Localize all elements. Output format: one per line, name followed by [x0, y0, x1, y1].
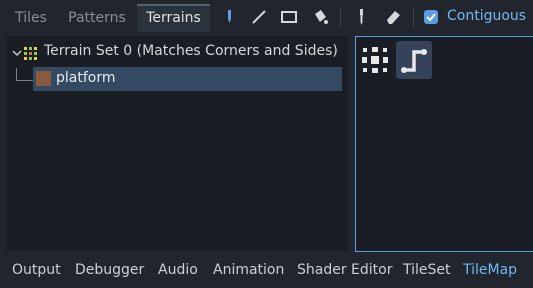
- contiguous-label[interactable]: Contiguous: [447, 8, 526, 24]
- toolbar-separator: [340, 7, 341, 27]
- bottom-panel-tabs: Output Debugger Audio Animation Shader E…: [0, 252, 533, 288]
- chevron-down-icon[interactable]: [12, 46, 22, 62]
- tab-patterns[interactable]: Patterns: [59, 5, 135, 31]
- bottom-tab-animation[interactable]: Animation: [213, 262, 284, 278]
- bottom-tab-audio[interactable]: Audio: [158, 262, 198, 278]
- bottom-tab-shader-editor[interactable]: Shader Editor: [297, 262, 392, 278]
- terrain-set-label: Terrain Set 0 (Matches Corners and Sides…: [44, 43, 338, 59]
- bottom-tab-output[interactable]: Output: [12, 262, 61, 278]
- terrain-item-label: platform: [56, 70, 116, 86]
- bucket-fill-icon[interactable]: [309, 6, 331, 28]
- tile-editor-toolbar: Tiles Patterns Terrains Contiguous: [0, 0, 533, 35]
- path-mode-icon[interactable]: [396, 41, 432, 79]
- terrain-set-row[interactable]: Terrain Set 0 (Matches Corners and Sides…: [6, 42, 348, 62]
- paint-brush-icon[interactable]: [218, 6, 240, 28]
- toolbar-separator: [413, 7, 414, 27]
- terrain-tree-panel: Terrain Set 0 (Matches Corners and Sides…: [6, 36, 348, 251]
- picker-icon[interactable]: [350, 6, 372, 28]
- connect-mode-icon[interactable]: [360, 45, 390, 75]
- terrain-item-platform[interactable]: platform: [33, 67, 342, 91]
- line-icon[interactable]: [248, 6, 270, 28]
- eraser-icon[interactable]: [382, 6, 404, 28]
- bottom-tab-tilemap[interactable]: TileMap: [463, 262, 517, 278]
- bottom-tab-debugger[interactable]: Debugger: [75, 262, 144, 278]
- tab-tiles[interactable]: Tiles: [8, 5, 54, 31]
- tree-connector: [16, 68, 34, 81]
- tab-terrains[interactable]: Terrains: [137, 4, 210, 32]
- terrain-set-icon: [23, 46, 38, 65]
- contiguous-checkbox[interactable]: [424, 10, 438, 24]
- terrain-mode-panel: [355, 36, 533, 252]
- bottom-tab-tileset[interactable]: TileSet: [403, 262, 451, 278]
- terrain-color-swatch: [36, 71, 51, 86]
- rect-icon[interactable]: [278, 6, 300, 28]
